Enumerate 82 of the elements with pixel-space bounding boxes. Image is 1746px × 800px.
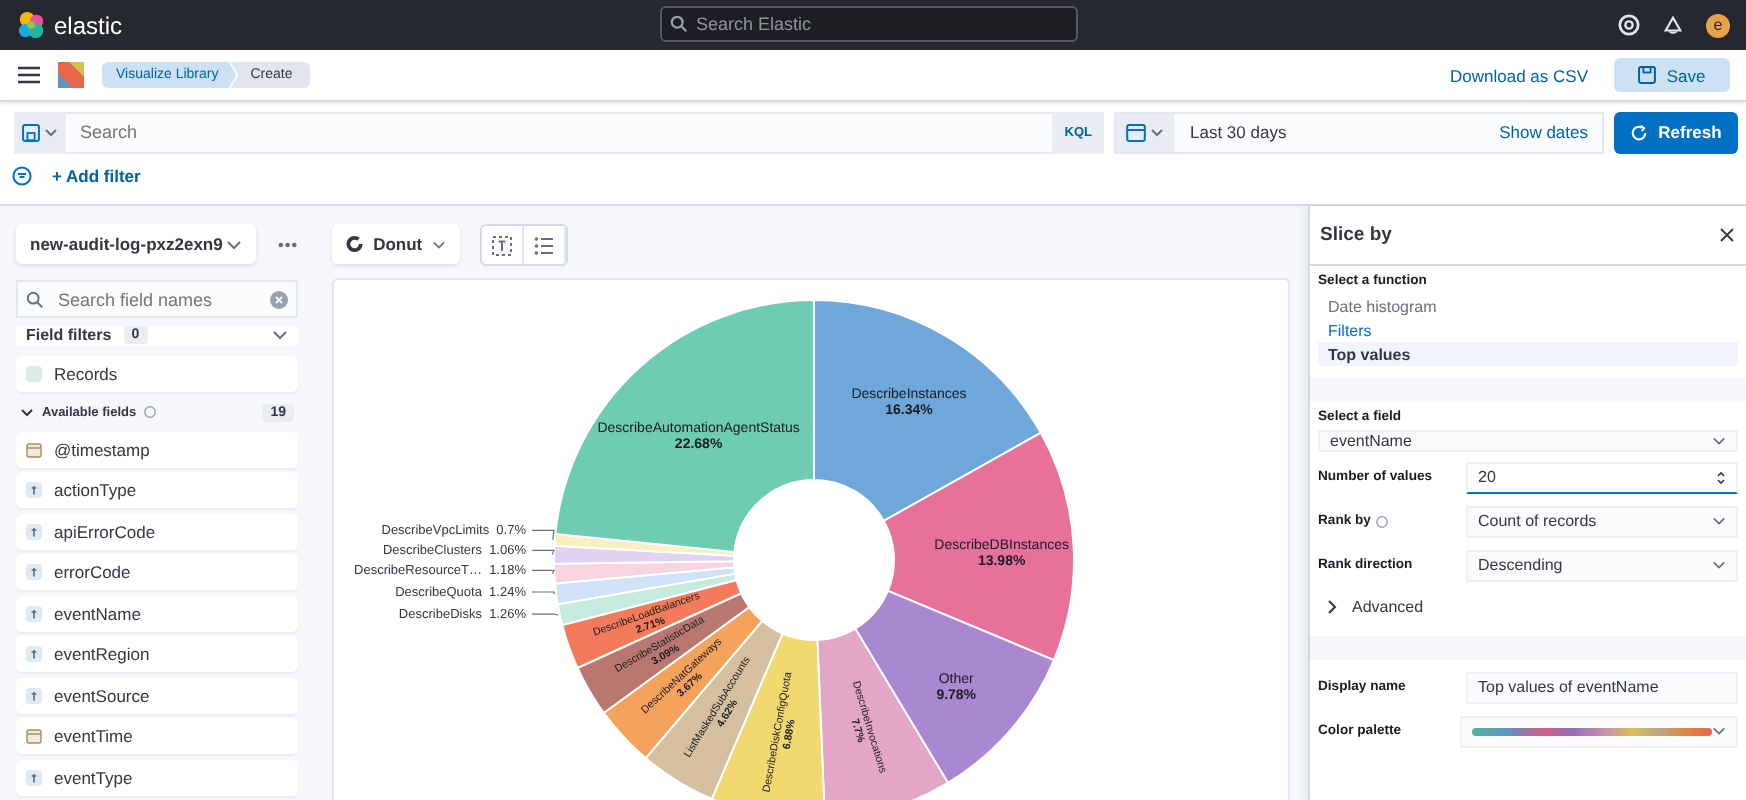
select-dropdown[interactable]: Count of records <box>1466 505 1738 537</box>
menu-icon[interactable] <box>18 66 40 84</box>
text-type-icon <box>26 564 42 580</box>
text-type-icon <box>26 482 42 498</box>
query-field[interactable]: Search <box>66 111 1053 153</box>
field-item[interactable]: apiErrorCode <box>16 513 298 549</box>
caret-icon <box>1712 436 1726 446</box>
calendar-icon <box>26 441 42 457</box>
close-icon[interactable] <box>1720 228 1734 242</box>
calendar-icon <box>26 728 42 744</box>
search-field[interactable]: Search Elastic <box>660 6 1078 42</box>
newsfeed-icon[interactable] <box>1662 14 1684 36</box>
save-button[interactable]: Save <box>1614 58 1730 92</box>
text-type-icon <box>26 687 42 703</box>
list-icon <box>534 235 554 255</box>
caret-icon <box>432 239 446 249</box>
save-icon <box>1638 66 1657 84</box>
saved-query-button[interactable] <box>14 111 66 153</box>
field-item[interactable]: actionType <box>16 472 298 508</box>
user-avatar[interactable]: e <box>1706 13 1730 37</box>
chevron-icon[interactable] <box>20 405 34 419</box>
date-picker[interactable]: Last 30 days Show dates <box>1114 111 1604 153</box>
caret-icon <box>272 330 288 341</box>
leader-line <box>531 549 555 556</box>
text-frame-icon <box>492 235 512 255</box>
chevron-icon <box>1326 600 1338 614</box>
text-type-icon <box>26 646 42 662</box>
leader-line <box>531 613 559 616</box>
quick-menu-button[interactable] <box>1116 113 1174 151</box>
download-link[interactable]: Download as CSV <box>1450 65 1588 85</box>
function-option[interactable]: Date histogram <box>1318 294 1738 318</box>
clear-icon[interactable] <box>270 290 288 308</box>
logo-text: elastic <box>54 11 123 39</box>
field-item[interactable]: eventTime <box>16 718 298 754</box>
field-item[interactable]: eventType <box>16 759 298 795</box>
display-name-field[interactable]: Top values of eventName <box>1466 671 1738 703</box>
save-icon <box>22 123 40 141</box>
text-type-icon <box>26 769 42 785</box>
add-filter-link[interactable]: + Add filter <box>52 166 141 186</box>
index-pattern-dropdown[interactable]: new-audit-log-pxz2exn9 <box>16 224 257 264</box>
show-dates-link[interactable]: Show dates <box>1499 122 1588 142</box>
help-icon[interactable] <box>1618 14 1640 36</box>
field-search[interactable]: Search field names <box>16 280 298 318</box>
caret-icon <box>1712 560 1726 570</box>
leader-line <box>531 529 555 541</box>
caret-icon <box>226 239 243 249</box>
logo-icon <box>16 10 46 40</box>
stepper-icon[interactable] <box>1716 469 1726 485</box>
field-item[interactable]: eventSource <box>16 677 298 713</box>
refresh-button[interactable]: Refresh <box>1614 111 1738 153</box>
field-item[interactable]: @timestamp <box>16 431 298 467</box>
filter-icon[interactable] <box>12 166 32 186</box>
palette-dropdown[interactable] <box>1460 715 1738 747</box>
search-icon <box>26 290 44 308</box>
caret-icon <box>1150 127 1164 137</box>
caret-icon <box>1712 726 1726 736</box>
text-type-icon <box>26 523 42 539</box>
number-type-icon <box>26 365 42 381</box>
info-icon <box>144 406 157 418</box>
search-icon <box>670 15 688 33</box>
date-range: Last 30 days <box>1190 122 1287 142</box>
field-item[interactable]: eventName <box>16 595 298 631</box>
leader-line <box>531 569 555 575</box>
field-item[interactable]: Records <box>16 355 298 391</box>
select-dropdown[interactable]: Descending <box>1466 549 1738 581</box>
text-type-icon <box>26 605 42 621</box>
chart-type-dropdown[interactable]: Donut <box>332 224 460 264</box>
function-option[interactable]: Top values <box>1318 342 1738 366</box>
advanced-toggle[interactable]: Advanced <box>1318 590 1738 624</box>
calendar-icon <box>1126 122 1146 142</box>
donut-icon <box>346 234 364 254</box>
leader-line <box>531 591 555 595</box>
field-item[interactable]: errorCode <box>16 554 298 590</box>
number-field[interactable]: 20 <box>1466 461 1738 493</box>
caret-icon <box>1712 516 1726 526</box>
field-dropdown[interactable]: eventName <box>1318 430 1738 452</box>
panel-title: Slice by <box>1320 224 1392 246</box>
more-icon[interactable] <box>278 241 298 247</box>
refresh-icon <box>1630 123 1649 141</box>
caret-icon <box>44 127 58 137</box>
function-option[interactable]: Filters <box>1318 318 1738 342</box>
field-item[interactable]: eventRegion <box>16 636 298 672</box>
